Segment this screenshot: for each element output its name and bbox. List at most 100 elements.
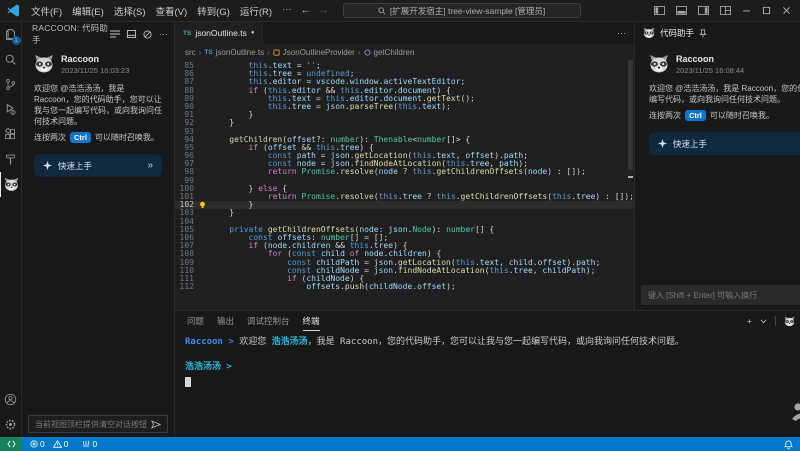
new-terminal-icon[interactable]: + (747, 316, 752, 326)
more-actions-icon[interactable]: ··· (159, 29, 168, 39)
code-line[interactable]: 105 private getChildrenOffsets(node: jso… (175, 226, 634, 234)
code-line[interactable]: 109 const childPath = json.getLocation(t… (175, 259, 634, 267)
line-number[interactable]: 112 (175, 283, 199, 291)
code-line[interactable]: 87 this.editor = vscode.window.activeTex… (175, 78, 634, 86)
extension-status[interactable]: 0 (82, 439, 97, 449)
code-line[interactable]: 90 this.tree = json.parseTree(this.text)… (175, 103, 634, 111)
toggle-secondary-sidebar-icon[interactable] (698, 6, 709, 15)
lightbulb-icon[interactable] (199, 201, 210, 209)
code-line[interactable]: 112 offsets.push(childNode.offset); (175, 283, 634, 291)
activity-run-debug-icon[interactable] (0, 97, 22, 122)
settings-icon[interactable] (143, 30, 152, 39)
watermark: AI-BOT.CN AI工具集 (790, 375, 800, 427)
tab-output[interactable]: 输出 (217, 311, 234, 331)
terminal-content[interactable]: Raccoon > 欢迎您 浩浩汤汤，我是 Raccoon，您的代码助手，您可以… (175, 331, 800, 387)
activity-search-icon[interactable] (0, 47, 22, 72)
code-line[interactable]: 101 return Promise.resolve(this.tree ? t… (175, 193, 634, 201)
code-line[interactable]: 100 } else { (175, 185, 634, 193)
modified-dot-icon[interactable]: ● (251, 30, 255, 36)
code-line[interactable]: 93 (175, 128, 634, 136)
activity-tools-icon[interactable] (0, 147, 22, 172)
settings-gear-icon[interactable] (0, 412, 22, 437)
back-icon[interactable]: ← (301, 5, 311, 16)
code-line[interactable]: 94 getChildren(offset?: number): Thenabl… (175, 136, 634, 144)
code-line[interactable]: 96 const path = json.getLocation(this.te… (175, 152, 634, 160)
menu-view[interactable]: 查看(V) (150, 4, 192, 18)
editor-scrollbar[interactable] (628, 60, 633, 170)
code-text: } (210, 111, 253, 119)
sidebar-chat-input[interactable]: 当前视图顶栏提供清空对话按钮 (28, 415, 168, 433)
sidebar-input-placeholder: 当前视图顶栏提供清空对话按钮 (35, 419, 147, 430)
tab-terminal[interactable]: 终端 (303, 311, 320, 331)
code-text: return Promise.resolve(this.tree ? this.… (210, 193, 634, 201)
code-line[interactable]: 89 this.text = this.editor.document.getT… (175, 95, 634, 103)
terminal-prompt: 浩浩汤汤 > (185, 361, 800, 374)
toggle-sidebar-icon[interactable] (654, 6, 665, 15)
breadcrumb-class[interactable]: JsonOutlineProvider (283, 48, 355, 57)
code-line[interactable]: 102 } (175, 201, 634, 209)
open-in-editor-icon[interactable] (127, 30, 136, 38)
tab-problems[interactable]: 问题 (187, 311, 204, 331)
code-line[interactable]: 88 if (this.editor && this.editor.docume… (175, 87, 634, 95)
code-line[interactable]: 110 const childNode = json.findNodeAtLoc… (175, 267, 634, 275)
activity-raccoon-icon[interactable] (0, 172, 22, 197)
menu-selection[interactable]: 选择(S) (109, 4, 151, 18)
code-line[interactable]: 103 } (175, 209, 634, 217)
quickstart-button[interactable]: 快速上手 » (34, 154, 162, 177)
breadcrumb-src[interactable]: src (185, 48, 196, 57)
code-line[interactable]: 111 if (childNode) { (175, 275, 634, 283)
code-line[interactable]: 97 const node = json.findNodeAtLocation(… (175, 160, 634, 168)
activity-extensions-icon[interactable] (0, 122, 22, 147)
chevron-down-icon[interactable] (760, 319, 767, 324)
menu-edit[interactable]: 编辑(E) (67, 4, 109, 18)
forward-icon[interactable]: → (319, 5, 329, 16)
breadcrumb-file[interactable]: jsonOutline.ts (216, 48, 264, 57)
quickstart-button[interactable]: 快速上手 » (649, 132, 800, 155)
class-symbol-icon (273, 49, 280, 56)
minimize-icon[interactable] (742, 6, 751, 15)
command-center-search[interactable]: [扩展开发宿主] tree-view-sample [管理员] (343, 3, 581, 18)
menu-file[interactable]: 文件(F) (26, 4, 67, 18)
code-line[interactable]: 92 } (175, 119, 634, 127)
toggle-panel-icon[interactable] (676, 6, 687, 15)
remote-indicator[interactable] (0, 437, 22, 451)
assistant-chat-input[interactable]: 键入 [Shift + Enter] 可输入换行 (641, 285, 800, 305)
code-line[interactable]: 86 this.tree = undefined; (175, 70, 634, 78)
menu-run[interactable]: 运行(R) (235, 4, 277, 18)
tab-debug-console[interactable]: 调试控制台 (247, 311, 290, 331)
code-line[interactable]: 85 this.text = ''; (175, 62, 634, 70)
hint-suffix: 可以随时召唤我。 (95, 132, 159, 143)
code-line[interactable]: 107 if (node.children && this.tree) { (175, 242, 634, 250)
code-text: this.text = this.editor.document.getText… (210, 95, 475, 103)
tab-jsonoutline[interactable]: TS jsonOutline.ts ● (175, 22, 263, 44)
editor-actions-more-icon[interactable]: ··· (617, 28, 634, 38)
menu-goto[interactable]: 转到(G) (192, 4, 235, 18)
menu-overflow[interactable]: ··· (277, 4, 297, 18)
code-line[interactable]: 108 for (const child of node.children) { (175, 250, 634, 258)
assistant-tab-label[interactable]: 代码助手 (660, 27, 694, 39)
clear-chat-icon[interactable] (110, 30, 120, 38)
typescript-icon: TS (183, 30, 191, 37)
code-line[interactable]: 95 if (offset && this.tree) { (175, 144, 634, 152)
errors-status[interactable]: 0 (30, 439, 45, 449)
gutter (199, 152, 210, 160)
breadcrumb-method[interactable]: getChildren (374, 48, 415, 57)
maximize-icon[interactable] (762, 6, 771, 15)
code-editor[interactable]: 85 this.text = '';86 this.tree = undefin… (175, 60, 634, 310)
code-line[interactable]: 104 (175, 218, 634, 226)
close-icon[interactable] (782, 6, 791, 15)
pin-icon[interactable] (699, 29, 707, 38)
code-line[interactable]: 98 return Promise.resolve(node ? this.ge… (175, 168, 634, 176)
code-line[interactable]: 99 (175, 177, 634, 185)
code-line[interactable]: 106 const offsets: number[] = []; (175, 234, 634, 242)
activity-source-control-icon[interactable] (0, 72, 22, 97)
warnings-status[interactable]: 0 (53, 439, 69, 449)
accounts-icon[interactable] (0, 387, 22, 412)
code-line[interactable]: 91 } (175, 111, 634, 119)
customize-layout-icon[interactable] (720, 6, 731, 15)
notifications-bell-icon[interactable] (784, 440, 793, 449)
activity-explorer-icon[interactable]: 1 (0, 22, 22, 47)
hint-suffix: 可以随时召唤我。 (710, 110, 774, 121)
send-icon[interactable] (151, 420, 161, 429)
gutter (199, 275, 210, 283)
